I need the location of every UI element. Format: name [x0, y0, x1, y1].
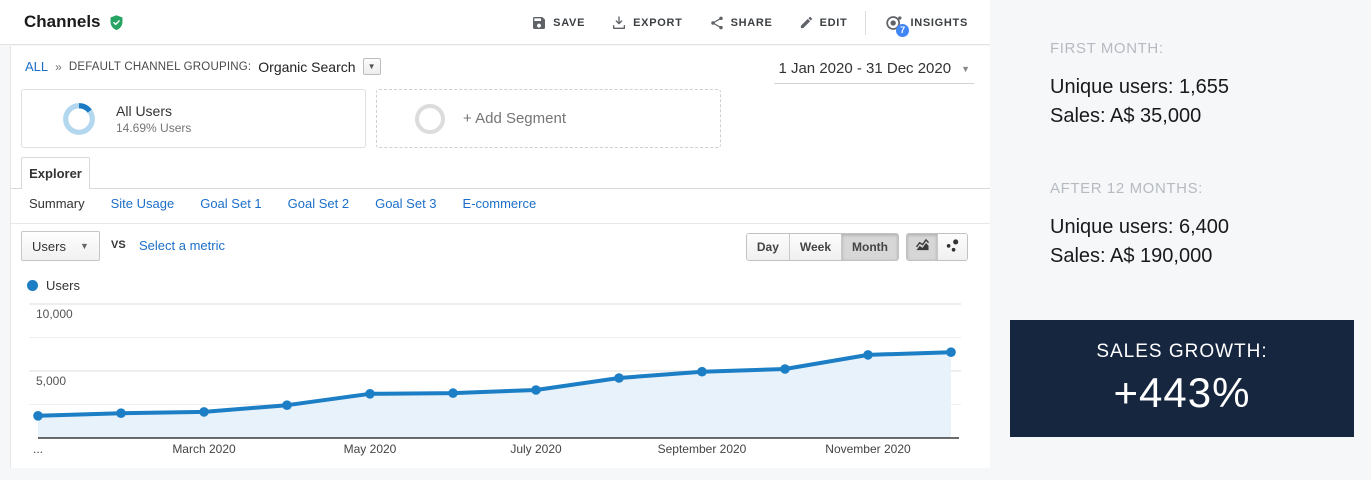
- tab-explorer[interactable]: Explorer: [21, 157, 90, 189]
- subtab-ecommerce[interactable]: E-commerce: [463, 196, 537, 211]
- segment-card-all-users[interactable]: All Users 14.69% Users: [21, 89, 366, 148]
- motion-chart-icon: [944, 237, 961, 257]
- metric-selector[interactable]: Users ▼: [21, 231, 100, 261]
- stat-line-unique-users: Unique users: 1,655: [1050, 76, 1230, 98]
- vs-label: VS: [111, 239, 126, 251]
- metric-bar: Users ▼ VS Select a metric Day Week Mont…: [11, 230, 990, 264]
- after-12-months-section: AFTER 12 MONTHS: Unique users: 6,400 Sal…: [1050, 180, 1229, 271]
- insights-button[interactable]: 7 INSIGHTS: [876, 7, 976, 39]
- granularity-toggle: Day Week Month: [745, 233, 899, 261]
- granularity-day-button[interactable]: Day: [746, 234, 789, 260]
- chevron-down-icon: ▼: [367, 62, 376, 71]
- segment-title: All Users: [116, 102, 173, 119]
- users-chart-svg[interactable]: 5,000 10,000... March 2020 May 2020 July 202…: [21, 299, 973, 459]
- svg-text:November 2020: November 2020: [825, 442, 911, 456]
- breadcrumb: ALL » DEFAULT CHANNEL GROUPING: Organic …: [25, 58, 381, 75]
- report-header: Channels SAVE EXPORT SHARE EDIT 7 INSIGH…: [0, 0, 990, 45]
- pencil-icon: [799, 15, 814, 30]
- add-segment-label: + Add Segment: [463, 110, 566, 127]
- export-button[interactable]: EXPORT: [603, 9, 690, 37]
- add-segment-card[interactable]: + Add Segment: [376, 89, 721, 148]
- legend-label: Users: [46, 278, 80, 293]
- grouping-dropdown-button[interactable]: ▼: [362, 58, 381, 75]
- page-title: Channels: [24, 12, 125, 32]
- subtab-goal-set-2[interactable]: Goal Set 2: [288, 196, 349, 211]
- segment-subtitle: 14.69% Users: [116, 120, 192, 135]
- line-chart-toggle[interactable]: [907, 234, 937, 260]
- granularity-month-button[interactable]: Month: [841, 234, 898, 260]
- stat-line-sales: Sales: A$ 190,000: [1050, 245, 1213, 267]
- stat-heading: AFTER 12 MONTHS:: [1050, 180, 1203, 197]
- svg-text:July 2020: July 2020: [510, 442, 562, 456]
- subtab-site-usage[interactable]: Site Usage: [111, 196, 175, 211]
- svg-text:10,000: 10,000: [36, 307, 73, 321]
- date-range-selector[interactable]: 1 Jan 2020 - 31 Dec 2020 ▼: [774, 58, 974, 84]
- share-button[interactable]: SHARE: [701, 9, 781, 37]
- first-month-section: FIRST MONTH: Unique users: 1,655 Sales: …: [1050, 40, 1229, 131]
- insights-badge: 7: [896, 23, 910, 37]
- stat-line-sales: Sales: A$ 35,000: [1050, 105, 1202, 127]
- stat-heading: FIRST MONTH:: [1050, 40, 1164, 57]
- chart-type-toggle: [906, 233, 968, 261]
- users-over-time-chart: 5,000 10,000... March 2020 May 2020 July 202…: [21, 299, 973, 459]
- segment-donut-icon: [60, 100, 98, 138]
- date-range-value: 1 Jan 2020 - 31 Dec 2020: [778, 60, 952, 77]
- chevron-down-icon: ▼: [961, 63, 970, 74]
- svg-text:...: ...: [33, 442, 43, 456]
- svg-text:May 2020: May 2020: [344, 442, 397, 456]
- svg-text:5,000: 5,000: [36, 374, 66, 388]
- motion-chart-toggle[interactable]: [937, 234, 967, 260]
- download-icon: [611, 15, 627, 31]
- chevron-down-icon: ▼: [79, 241, 89, 251]
- breadcrumb-grouping-value: Organic Search: [258, 58, 356, 75]
- subtab-goal-set-1[interactable]: Goal Set 1: [200, 196, 261, 211]
- metric-selector-value: Users: [32, 238, 66, 254]
- toolbar-divider: [865, 10, 867, 35]
- subtab-bar: Summary Site Usage Goal Set 1 Goal Set 2…: [29, 196, 536, 211]
- share-icon: [709, 15, 725, 31]
- line-chart-icon: [914, 237, 931, 257]
- growth-value: +443%: [1113, 368, 1251, 416]
- page-title-text: Channels: [24, 12, 101, 31]
- breadcrumb-grouping-label: DEFAULT CHANNEL GROUPING:: [68, 60, 252, 73]
- verified-shield-icon: [108, 14, 125, 31]
- toolbar: SAVE EXPORT SHARE EDIT 7 INSIGHTS: [523, 0, 976, 45]
- users-legend: Users: [27, 278, 80, 293]
- legend-dot-icon: [27, 280, 38, 291]
- stat-line-unique-users: Unique users: 6,400: [1050, 216, 1230, 238]
- stats-panel: FIRST MONTH: Unique users: 1,655 Sales: …: [990, 0, 1371, 480]
- granularity-week-button[interactable]: Week: [788, 234, 842, 260]
- tab-bar-line: [11, 188, 990, 189]
- svg-text:September 2020: September 2020: [658, 442, 747, 456]
- select-metric-link[interactable]: Select a metric: [139, 238, 225, 253]
- subtab-goal-set-3[interactable]: Goal Set 3: [375, 196, 436, 211]
- save-button[interactable]: SAVE: [523, 9, 593, 37]
- report-card: ALL » DEFAULT CHANNEL GROUPING: Organic …: [10, 46, 990, 468]
- add-segment-ring-icon: [415, 103, 445, 134]
- subtab-summary[interactable]: Summary: [29, 196, 85, 211]
- subtab-bar-line: [11, 223, 990, 224]
- insights-icon: 7: [884, 13, 910, 37]
- svg-text:March 2020: March 2020: [172, 442, 236, 456]
- save-icon: [531, 15, 547, 31]
- growth-heading: SALES GROWTH:: [1096, 340, 1268, 362]
- breadcrumb-all-link[interactable]: ALL: [25, 59, 48, 74]
- edit-button[interactable]: EDIT: [791, 9, 856, 36]
- breadcrumb-separator: »: [55, 59, 62, 74]
- sales-growth-box: SALES GROWTH: +443%: [1010, 320, 1354, 437]
